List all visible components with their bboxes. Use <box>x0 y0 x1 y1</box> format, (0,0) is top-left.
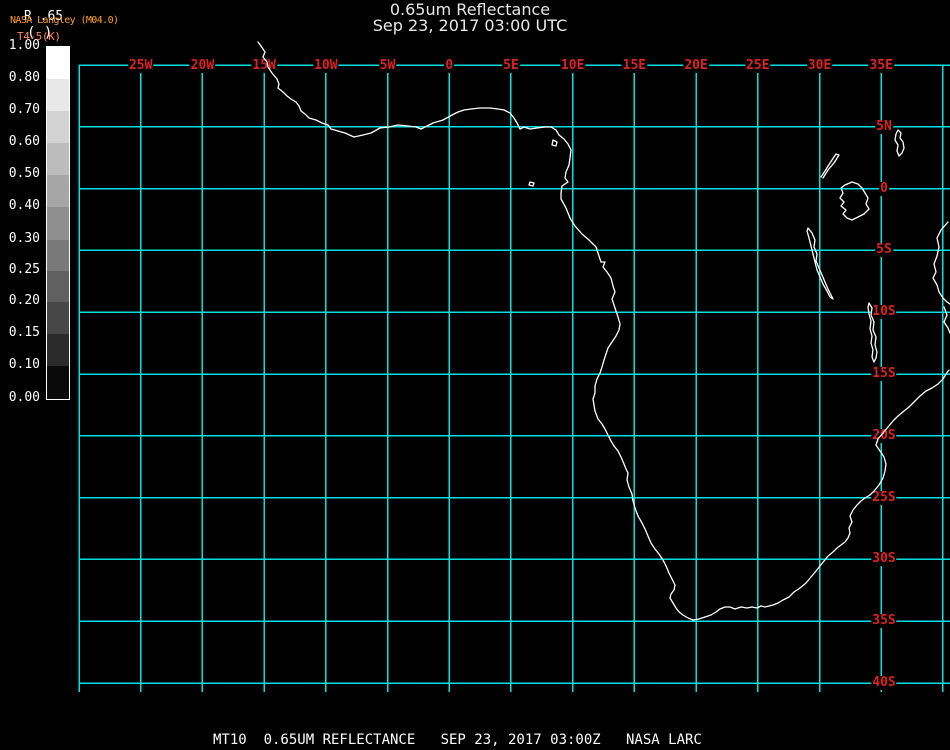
latitude-label: 35S <box>871 613 897 629</box>
colorbar-segment <box>47 111 69 143</box>
colorbar-segment <box>47 302 69 334</box>
colorbar-segment <box>47 143 69 175</box>
longitude-label: 20W <box>189 58 216 73</box>
colorbar-tick-label: 0.50 <box>8 166 40 181</box>
longitude-label: 20E <box>683 58 709 73</box>
latitude-label: 40S <box>871 675 897 690</box>
colorbar-segment <box>47 79 69 111</box>
longitude-label: 25W <box>127 58 154 73</box>
longitude-label: 15E <box>621 58 648 73</box>
colorbar-tick-label: 0.80 <box>8 70 40 85</box>
colorbar-segment <box>47 207 69 240</box>
latitude-label: 10S <box>871 304 897 320</box>
longitude-label: 10E <box>559 58 586 73</box>
bioko-island <box>551 139 558 147</box>
colorbar-segment <box>47 366 69 399</box>
longitude-label: 30E <box>806 58 833 73</box>
coastline-overlay <box>257 41 950 621</box>
latitude-label: 15S <box>871 366 897 381</box>
sao-tome-island <box>528 181 535 187</box>
product-id-label: T4-5(K) <box>17 30 61 43</box>
latitude-label: 30S <box>871 551 897 567</box>
longitude-label: 10W <box>313 58 339 73</box>
colorbar-tick-label: 0.10 <box>8 357 40 372</box>
longitude-label: 35E <box>868 58 894 73</box>
lake-turkana <box>894 129 905 157</box>
colorbar-segment <box>47 175 69 207</box>
colorbar <box>46 46 70 400</box>
longitude-label: 5E <box>502 58 520 73</box>
colorbar-segment <box>47 47 69 79</box>
colorbar-tick-label: 0.15 <box>8 325 40 340</box>
lake-albert <box>820 153 840 179</box>
colorbar-tick-label: 0.25 <box>8 262 40 277</box>
colorbar-tick-label: 0.00 <box>8 390 40 405</box>
mtwara-coast <box>943 306 950 334</box>
colorbar-segment <box>47 334 69 366</box>
latitude-label: 20S <box>871 427 897 443</box>
longitude-label: 0 <box>444 58 455 73</box>
colorbar-tick-label: 0.70 <box>8 102 40 117</box>
colorbar-tick-label: 0.40 <box>8 198 40 213</box>
colorbar-tick-label: 0.20 <box>8 293 40 308</box>
colorbar-segment <box>47 271 69 302</box>
latitude-label: 0 <box>879 180 889 196</box>
footer-caption: MT10 0.65UM REFLECTANCE SEP 23, 2017 03:… <box>213 732 702 748</box>
longitude-label: 5W <box>378 58 397 73</box>
africa-main-coast <box>257 41 950 621</box>
colorbar-segment <box>47 240 69 271</box>
latitude-label: 5S <box>875 242 893 258</box>
title-line2: Sep 23, 2017 03:00 UTC <box>372 16 568 35</box>
longitude-label: 25E <box>745 58 771 73</box>
satellite-image-viewer: 1.00 0.80 0.70 0.60 0.50 0.40 0.30 0.25 0.20 0.15… <box>0 0 950 750</box>
latitude-label: 5N <box>875 118 893 134</box>
colorbar-tick-label: 0.60 <box>8 134 40 149</box>
colorbar-tick-label: 0.30 <box>8 231 40 246</box>
latlon-grid <box>78 64 950 692</box>
kenya-tanzania-coast <box>932 221 950 305</box>
latitude-label: 25S <box>871 489 897 505</box>
lake-tanganyika <box>806 227 834 300</box>
nasa-langley-credit: NASA Langley (M04.0) <box>10 15 119 26</box>
lake-victoria <box>839 181 870 221</box>
longitude-label: 15W <box>251 58 277 73</box>
page-title: 0.65um Reflectance Sep 23, 2017 03:00 UT… <box>0 2 940 34</box>
